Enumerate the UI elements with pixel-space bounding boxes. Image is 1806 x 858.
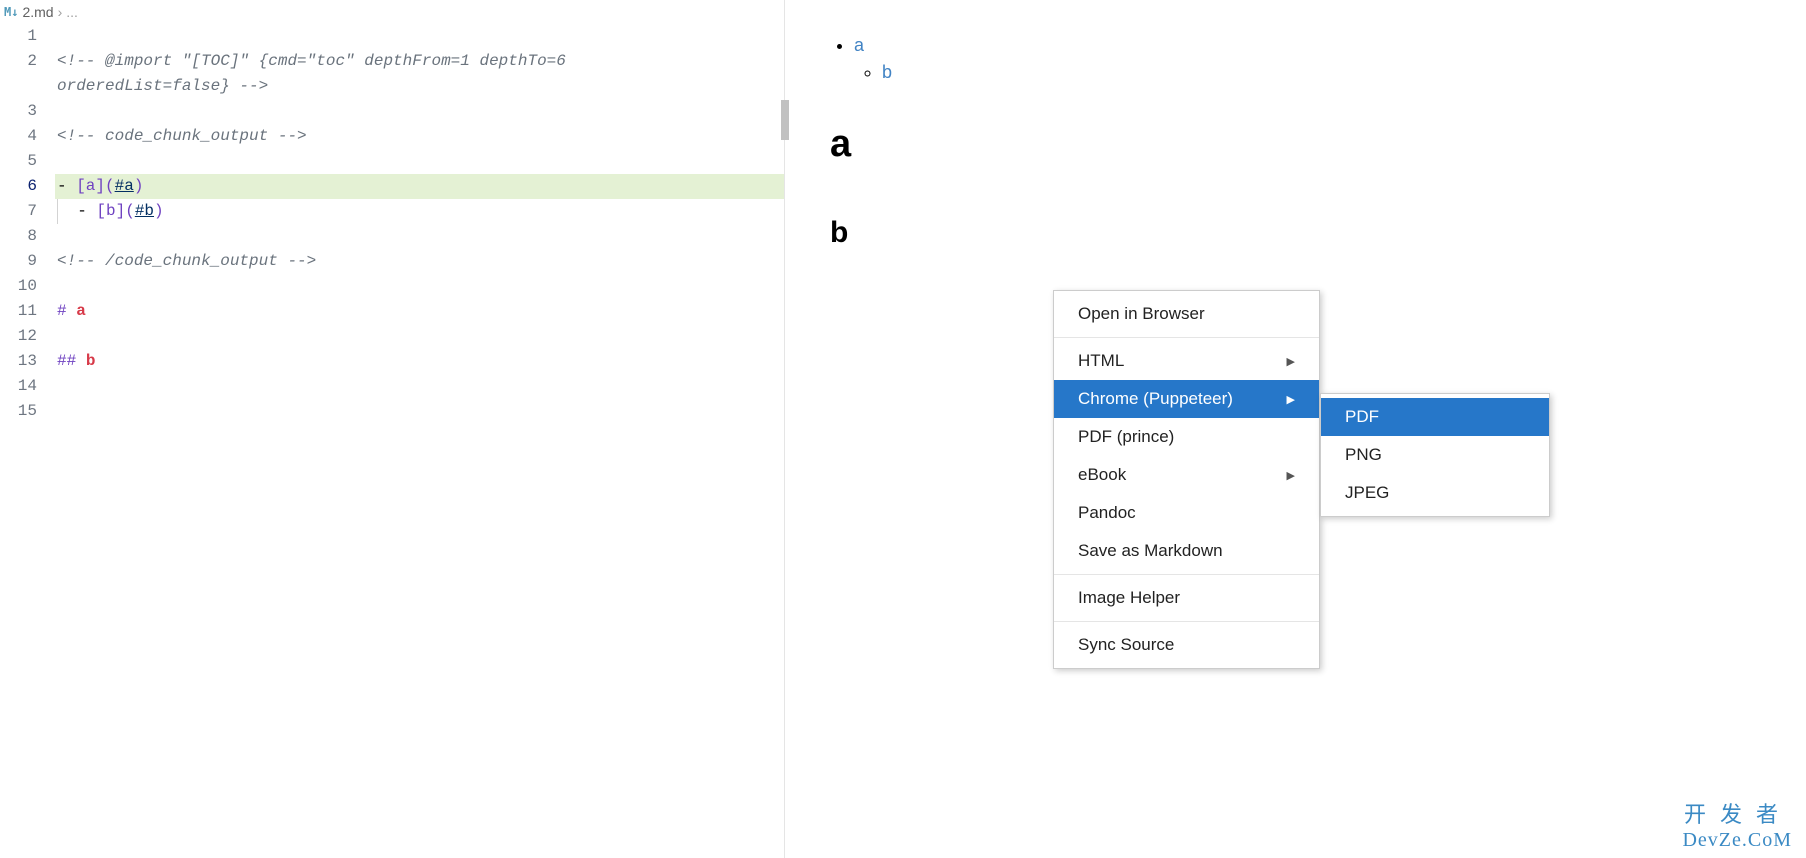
context-menu[interactable]: Open in Browser HTML ▶ Chrome (Puppeteer) ▶ P… xyxy=(1053,290,1320,669)
menu-separator xyxy=(1054,574,1319,575)
line-number[interactable]: 9 xyxy=(0,249,37,274)
line-number[interactable]: 12 xyxy=(0,324,37,349)
line-number[interactable]: 2 xyxy=(0,49,37,74)
toc-subitem: b xyxy=(882,62,1761,83)
menu-item-open-in-browser[interactable]: Open in Browser xyxy=(1054,295,1319,333)
line-number[interactable] xyxy=(0,74,37,99)
line-number[interactable]: 1 xyxy=(0,24,37,49)
code-line[interactable]: orderedList=false} --> xyxy=(55,74,784,99)
line-number[interactable]: 8 xyxy=(0,224,37,249)
code-content[interactable]: <!-- @import "[TOC]" {cmd="toc" depthFro… xyxy=(55,24,784,424)
preview-heading-b: b xyxy=(830,216,1761,258)
context-submenu[interactable]: PDF PNG JPEG xyxy=(1320,393,1550,517)
code-editor[interactable]: 12 3456789101112131415 <!-- @import "[TO… xyxy=(0,24,784,424)
breadcrumb-separator: › xyxy=(58,4,63,20)
menu-item-save-as-markdown[interactable]: Save as Markdown xyxy=(1054,532,1319,570)
menu-item-chrome-puppeteer-[interactable]: Chrome (Puppeteer) ▶ xyxy=(1054,380,1319,418)
menu-item-label: Sync Source xyxy=(1078,635,1174,655)
line-number[interactable]: 3 xyxy=(0,99,37,124)
line-number[interactable]: 10 xyxy=(0,274,37,299)
menu-item-label: HTML xyxy=(1078,351,1124,371)
markdown-file-icon: M↓ xyxy=(4,5,18,19)
code-line[interactable] xyxy=(55,99,784,124)
preview-heading-a: a xyxy=(830,123,1761,176)
submenu-arrow-icon: ▶ xyxy=(1287,469,1295,482)
code-line[interactable]: <!-- @import "[TOC]" {cmd="toc" depthFro… xyxy=(55,49,784,74)
code-line[interactable] xyxy=(55,274,784,299)
toc-link-a[interactable]: a xyxy=(854,35,864,55)
menu-item-label: Image Helper xyxy=(1078,588,1180,608)
watermark: 开发者 DevZe.CoM xyxy=(1682,797,1792,852)
menu-item-ebook[interactable]: eBook ▶ xyxy=(1054,456,1319,494)
code-line[interactable]: ## b xyxy=(55,349,784,374)
submenu-item-label: PDF xyxy=(1345,407,1379,427)
breadcrumb-filename[interactable]: 2.md xyxy=(22,4,53,20)
line-number[interactable]: 11 xyxy=(0,299,37,324)
menu-item-sync-source[interactable]: Sync Source xyxy=(1054,626,1319,664)
submenu-item-png[interactable]: PNG xyxy=(1321,436,1549,474)
submenu-item-label: PNG xyxy=(1345,445,1382,465)
watermark-bottom: DevZe.CoM xyxy=(1682,829,1792,852)
submenu-arrow-icon: ▶ xyxy=(1287,355,1295,368)
line-number-gutter[interactable]: 12 3456789101112131415 xyxy=(0,24,55,424)
menu-item-label: eBook xyxy=(1078,465,1126,485)
menu-item-image-helper[interactable]: Image Helper xyxy=(1054,579,1319,617)
watermark-top: 开发者 xyxy=(1682,797,1792,829)
submenu-item-pdf[interactable]: PDF xyxy=(1321,398,1549,436)
toc-link-b[interactable]: b xyxy=(882,62,892,82)
toc-item: a b xyxy=(854,35,1761,83)
code-line[interactable] xyxy=(55,324,784,349)
menu-item-label: Pandoc xyxy=(1078,503,1136,523)
code-line[interactable]: # a xyxy=(55,299,784,324)
line-number[interactable]: 6 xyxy=(0,174,37,199)
line-number[interactable]: 14 xyxy=(0,374,37,399)
menu-item-html[interactable]: HTML ▶ xyxy=(1054,342,1319,380)
menu-separator xyxy=(1054,621,1319,622)
menu-item-pandoc[interactable]: Pandoc xyxy=(1054,494,1319,532)
menu-separator xyxy=(1054,337,1319,338)
menu-item-label: PDF (prince) xyxy=(1078,427,1174,447)
submenu-item-label: JPEG xyxy=(1345,483,1389,503)
submenu-arrow-icon: ▶ xyxy=(1287,393,1295,406)
line-number[interactable]: 7 xyxy=(0,199,37,224)
code-line[interactable] xyxy=(55,24,784,49)
line-number[interactable]: 15 xyxy=(0,399,37,424)
code-line[interactable]: - [a](#a) xyxy=(55,174,784,199)
editor-pane: M↓ 2.md › ... 12 3456789101112131415 <!-… xyxy=(0,0,785,858)
menu-item-label: Open in Browser xyxy=(1078,304,1205,324)
line-number[interactable]: 5 xyxy=(0,149,37,174)
line-number[interactable]: 4 xyxy=(0,124,37,149)
code-line[interactable]: - [b](#b) xyxy=(55,199,784,224)
code-line[interactable]: <!-- /code_chunk_output --> xyxy=(55,249,784,274)
breadcrumb-rest[interactable]: ... xyxy=(66,4,78,20)
code-line[interactable] xyxy=(55,399,784,424)
code-line[interactable]: <!-- code_chunk_output --> xyxy=(55,124,784,149)
code-line[interactable] xyxy=(55,224,784,249)
toc-list: a b xyxy=(830,35,1761,83)
menu-item-pdf-prince-[interactable]: PDF (prince) xyxy=(1054,418,1319,456)
line-number[interactable]: 13 xyxy=(0,349,37,374)
menu-item-label: Save as Markdown xyxy=(1078,541,1223,561)
submenu-item-jpeg[interactable]: JPEG xyxy=(1321,474,1549,512)
breadcrumb[interactable]: M↓ 2.md › ... xyxy=(0,0,784,24)
menu-item-label: Chrome (Puppeteer) xyxy=(1078,389,1233,409)
code-line[interactable] xyxy=(55,374,784,399)
code-line[interactable] xyxy=(55,149,784,174)
